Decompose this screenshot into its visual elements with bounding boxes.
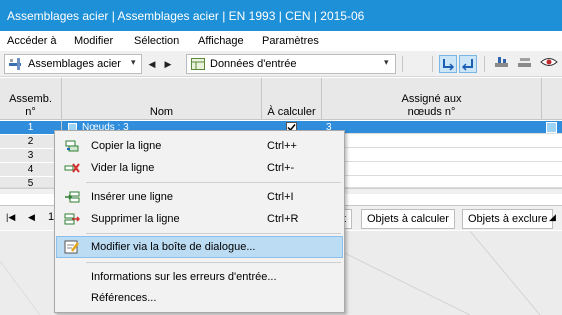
prev-page-icon[interactable]: ◀ bbox=[28, 212, 35, 223]
arrow-left-icon: ◀ bbox=[148, 59, 156, 69]
menu-item-shortcut: Ctrl++ bbox=[267, 140, 297, 152]
header-a-calculer-label: À calculer bbox=[267, 106, 316, 118]
tab-objets-a-exclure-label: Objets à exclure bbox=[468, 213, 548, 225]
sync-selection-button[interactable] bbox=[439, 55, 457, 73]
table-icon bbox=[191, 58, 205, 70]
header-assemb-line2: n° bbox=[25, 106, 36, 118]
eye-icon bbox=[540, 58, 558, 66]
menu-item-supprimer-ligne[interactable]: Supprimer la ligne Ctrl+R bbox=[56, 208, 343, 230]
import-table-button[interactable] bbox=[516, 55, 534, 73]
menu-selection[interactable]: Sélection bbox=[134, 35, 179, 47]
header-nom-label: Nom bbox=[149, 106, 174, 118]
tab-objets-a-calculer-label: Objets à calculer bbox=[367, 213, 449, 225]
menu-item-label: Vider la ligne bbox=[91, 162, 155, 174]
header-a-calculer[interactable]: À calculer bbox=[262, 78, 322, 120]
module-select-value: Assemblages acier bbox=[28, 58, 121, 70]
filter-selection-button[interactable] bbox=[459, 55, 477, 73]
next-table-button[interactable]: ▶ bbox=[159, 55, 177, 73]
toolbar-separator bbox=[432, 56, 433, 72]
export-icon bbox=[495, 57, 508, 67]
clear-row-icon bbox=[64, 163, 80, 173]
menu-modifier[interactable]: Modifier bbox=[74, 35, 113, 47]
toolbar-separator bbox=[484, 56, 485, 72]
filter-selection-icon bbox=[461, 59, 473, 71]
context-menu: Copier la ligne Ctrl++ Vider la ligne Ct… bbox=[54, 130, 345, 313]
menu-item-label: Copier la ligne bbox=[91, 140, 162, 152]
toolbar: Assemblages acier ▾ ◀ ▶ Données d'entrée… bbox=[0, 51, 562, 77]
header-assigne-line1: Assigné aux bbox=[401, 93, 462, 105]
window-title: Assemblages acier | Assemblages acier | … bbox=[7, 9, 365, 23]
menu-item-label: Insérer une ligne bbox=[91, 191, 173, 203]
header-extra bbox=[542, 78, 562, 120]
toolbar-separator bbox=[402, 56, 403, 72]
menu-item-copier-ligne[interactable]: Copier la ligne Ctrl++ bbox=[56, 135, 343, 157]
table-select-value: Données d'entrée bbox=[210, 58, 297, 70]
export-table-button[interactable] bbox=[493, 55, 511, 73]
tab-objets-a-exclure[interactable]: Objets à exclure bbox=[462, 209, 554, 229]
row-number: 1 bbox=[0, 121, 62, 134]
header-assigne-line2: nœuds n° bbox=[407, 106, 456, 118]
menu-item-label: Informations sur les erreurs d'entrée... bbox=[91, 271, 277, 283]
delete-row-icon bbox=[64, 213, 80, 225]
header-nom[interactable]: Nom bbox=[62, 78, 262, 120]
tabs-scroll-right-icon[interactable]: ◢ bbox=[549, 212, 556, 223]
menu-separator bbox=[86, 182, 341, 183]
menu-item-vider-ligne[interactable]: Vider la ligne Ctrl+- bbox=[56, 157, 343, 179]
menu-parametres[interactable]: Paramètres bbox=[262, 35, 319, 47]
menu-item-label: Références... bbox=[91, 292, 157, 304]
module-select[interactable]: Assemblages acier ▾ bbox=[4, 54, 142, 74]
row-color-cell bbox=[546, 122, 557, 133]
window-title-bar: Assemblages acier | Assemblages acier | … bbox=[0, 0, 562, 31]
menu-separator bbox=[86, 262, 341, 263]
menu-item-informations-erreurs[interactable]: Informations sur les erreurs d'entrée... bbox=[56, 266, 343, 288]
menu-item-label: Modifier via la boîte de dialogue... bbox=[91, 241, 256, 253]
row-number: 4 bbox=[0, 163, 62, 176]
chevron-down-icon: ▾ bbox=[384, 57, 389, 67]
chevron-down-icon: ▾ bbox=[131, 57, 136, 67]
edit-dialog-icon bbox=[64, 240, 79, 254]
row-number: 2 bbox=[0, 135, 62, 148]
menu-bar: Accéder à Modifier Sélection Affichage P… bbox=[0, 31, 562, 51]
header-assemb[interactable]: Assemb. n° bbox=[0, 78, 62, 120]
menu-item-modifier-dialogue[interactable]: Modifier via la boîte de dialogue... bbox=[56, 236, 343, 258]
import-icon bbox=[518, 58, 531, 67]
steel-joint-icon bbox=[9, 58, 21, 70]
header-assigne[interactable]: Assigné aux nœuds n° bbox=[322, 78, 542, 120]
view-button[interactable] bbox=[540, 55, 558, 73]
sync-selection-icon bbox=[443, 59, 455, 71]
header-assemb-line1: Assemb. bbox=[9, 93, 52, 105]
insert-row-icon bbox=[65, 191, 80, 203]
copy-row-icon bbox=[65, 140, 79, 152]
menu-separator bbox=[86, 233, 341, 234]
first-page-icon[interactable]: |◀ bbox=[6, 212, 15, 223]
row-number: 5 bbox=[0, 177, 62, 187]
menu-item-inserer-ligne[interactable]: Insérer une ligne Ctrl+I bbox=[56, 186, 343, 208]
table-select[interactable]: Données d'entrée ▾ bbox=[186, 54, 396, 74]
menu-item-references[interactable]: Références... bbox=[56, 287, 343, 309]
tab-objets-a-calculer[interactable]: Objets à calculer bbox=[361, 209, 455, 229]
menu-item-shortcut: Ctrl+I bbox=[267, 191, 294, 203]
menu-item-shortcut: Ctrl+- bbox=[267, 162, 295, 174]
row-number: 3 bbox=[0, 149, 62, 162]
menu-affichage[interactable]: Affichage bbox=[198, 35, 244, 47]
table-header: Assemb. n° Nom À calculer Assigné aux nœ… bbox=[0, 78, 562, 120]
menu-item-label: Supprimer la ligne bbox=[91, 213, 180, 225]
arrow-right-icon: ▶ bbox=[164, 59, 172, 69]
menu-item-shortcut: Ctrl+R bbox=[267, 213, 299, 225]
menu-acceder[interactable]: Accéder à bbox=[7, 35, 57, 47]
